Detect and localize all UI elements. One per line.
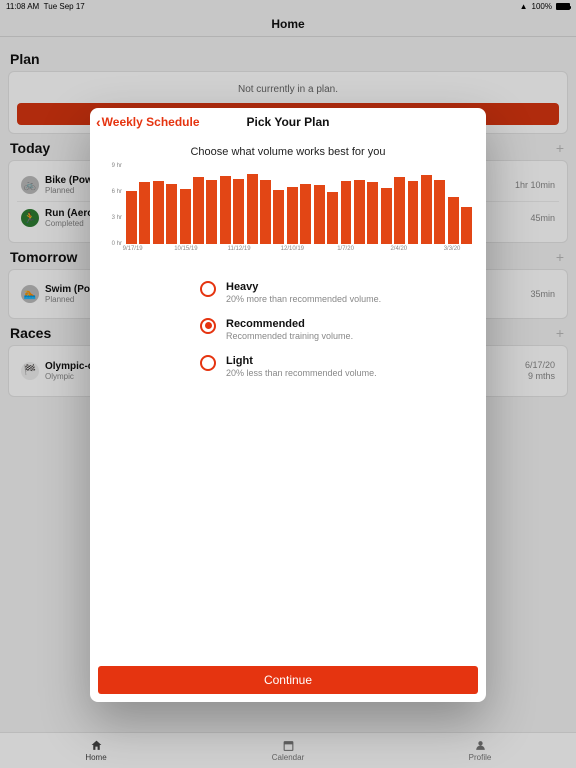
x-tick: 10/15/19 bbox=[174, 246, 197, 252]
option-subtitle: Recommended training volume. bbox=[226, 331, 353, 341]
x-tick: 1/7/20 bbox=[337, 246, 354, 252]
volume-option-recommended[interactable]: RecommendedRecommended training volume. bbox=[200, 311, 486, 348]
chart-bar bbox=[273, 190, 284, 244]
modal-header: ‹ Weekly Schedule Pick Your Plan bbox=[90, 108, 486, 136]
chart-bar bbox=[381, 188, 392, 244]
chart-bar bbox=[341, 181, 352, 244]
chart-bar bbox=[126, 191, 137, 244]
x-tick: 3/3/20 bbox=[444, 246, 461, 252]
chart-bar bbox=[260, 180, 271, 244]
volume-option-light[interactable]: Light20% less than recommended volume. bbox=[200, 348, 486, 385]
y-tick: 3 hr bbox=[112, 215, 122, 221]
back-button[interactable]: ‹ Weekly Schedule bbox=[96, 108, 200, 136]
chart-bar bbox=[408, 181, 419, 244]
volume-chart: 0 hr 3 hr 6 hr 9 hr 9/17/19 10/15/19 11/12/19… bbox=[90, 166, 486, 258]
radio-icon bbox=[200, 318, 216, 334]
chart-bar bbox=[314, 185, 325, 244]
modal-subtitle: Choose what volume works best for you bbox=[90, 146, 486, 158]
chart-bar bbox=[153, 181, 164, 244]
chart-bar bbox=[166, 184, 177, 244]
chart-bar bbox=[421, 175, 432, 244]
y-tick: 0 hr bbox=[112, 241, 122, 247]
radio-icon bbox=[200, 355, 216, 371]
radio-icon bbox=[200, 281, 216, 297]
x-tick: 11/12/19 bbox=[228, 246, 251, 252]
x-tick: 2/4/20 bbox=[390, 246, 407, 252]
volume-option-heavy[interactable]: Heavy20% more than recommended volume. bbox=[200, 274, 486, 311]
chart-bar bbox=[233, 179, 244, 244]
chart-bar bbox=[448, 197, 459, 244]
chart-bar bbox=[367, 182, 378, 244]
x-tick: 12/10/19 bbox=[281, 246, 304, 252]
chart-bar bbox=[354, 180, 365, 244]
chart-bar bbox=[327, 192, 338, 244]
y-tick: 9 hr bbox=[112, 163, 122, 169]
option-subtitle: 20% less than recommended volume. bbox=[226, 368, 377, 378]
chart-bar bbox=[434, 180, 445, 244]
option-subtitle: 20% more than recommended volume. bbox=[226, 294, 381, 304]
chart-bar bbox=[300, 184, 311, 244]
chart-bar bbox=[247, 174, 258, 244]
chart-bar bbox=[394, 177, 405, 244]
option-title: Heavy bbox=[226, 281, 381, 294]
chart-bar bbox=[180, 189, 191, 244]
volume-options: Heavy20% more than recommended volume.Re… bbox=[200, 274, 486, 385]
chart-bar bbox=[139, 182, 150, 244]
option-title: Light bbox=[226, 355, 377, 368]
continue-button[interactable]: Continue bbox=[98, 666, 478, 694]
option-title: Recommended bbox=[226, 318, 353, 331]
y-tick: 6 hr bbox=[112, 189, 122, 195]
modal-title: Pick Your Plan bbox=[247, 115, 330, 129]
chart-bar bbox=[206, 180, 217, 244]
chevron-left-icon: ‹ bbox=[96, 115, 101, 129]
chart-bar bbox=[193, 177, 204, 244]
chart-bar bbox=[220, 176, 231, 244]
chart-bar bbox=[287, 187, 298, 244]
chart-bar bbox=[461, 207, 472, 244]
x-tick: 9/17/19 bbox=[123, 246, 143, 252]
pick-plan-modal: ‹ Weekly Schedule Pick Your Plan Choose … bbox=[90, 108, 486, 702]
